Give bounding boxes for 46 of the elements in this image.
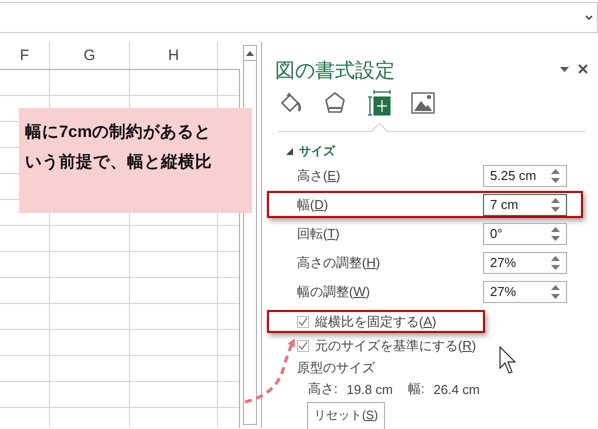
spin-field[interactable]: 7 cm (483, 194, 567, 216)
note-text: いう前提で、幅と縦横比 (25, 152, 213, 173)
spin-field[interactable]: 27% (483, 252, 567, 274)
spin-field[interactable]: 27% (483, 280, 567, 302)
chevron-down-icon[interactable] (585, 15, 593, 21)
column-header[interactable]: G (50, 42, 130, 69)
spin-field[interactable]: 5.25 cm (483, 164, 567, 186)
spin-field[interactable]: 0° (483, 222, 567, 244)
field-label: 回転(T) (297, 224, 341, 242)
checkbox-label[interactable]: 元のサイズを基準にする(R) (315, 336, 476, 354)
mouse-pointer-icon (500, 346, 516, 374)
scroll-up-icon[interactable] (246, 50, 254, 56)
picture-icon (411, 92, 435, 114)
close-icon[interactable] (578, 64, 588, 74)
height-value: 19.8 cm (346, 382, 393, 396)
field-label: 幅の調整(W) (297, 282, 371, 300)
pentagon-icon (323, 91, 347, 115)
collapse-triangle-icon[interactable] (286, 148, 293, 154)
checkbox[interactable] (297, 316, 309, 328)
section-title[interactable]: サイズ (299, 142, 335, 160)
section-subtitle: 原型のサイズ (297, 358, 375, 376)
checkbox[interactable] (297, 340, 309, 352)
dropdown-icon[interactable] (560, 66, 569, 72)
field-label: 高さ(E) (297, 166, 342, 184)
spinner-arrows-icon[interactable] (551, 226, 560, 240)
field-label: 高さの調整(H) (297, 254, 382, 272)
field-label: 幅(D) (297, 196, 330, 214)
paint-bucket-icon (279, 91, 303, 115)
width-value: 26.4 cm (434, 382, 480, 396)
spinner-arrows-icon[interactable] (551, 198, 560, 212)
spinner-arrows-icon[interactable] (551, 284, 560, 298)
tab[interactable] (322, 90, 348, 116)
height-label: 高さ: (308, 380, 338, 398)
column-header[interactable]: F (0, 42, 50, 69)
resize-icon (367, 90, 391, 116)
spinner-arrows-icon[interactable] (551, 256, 560, 270)
spinner-arrows-icon[interactable] (551, 168, 560, 182)
dashed-arrow (244, 338, 295, 404)
tab[interactable] (410, 90, 436, 116)
panel-title: 図の書式設定 (275, 59, 395, 84)
checkbox-label[interactable]: 縦横比を固定する(A) (315, 312, 436, 330)
tab[interactable] (366, 90, 392, 116)
note-text: 幅に7cmの制約があると (25, 122, 212, 143)
reset-button[interactable]: リセット(S) (307, 402, 386, 429)
column-header[interactable]: H (130, 42, 218, 69)
width-label: 幅: (408, 380, 424, 398)
